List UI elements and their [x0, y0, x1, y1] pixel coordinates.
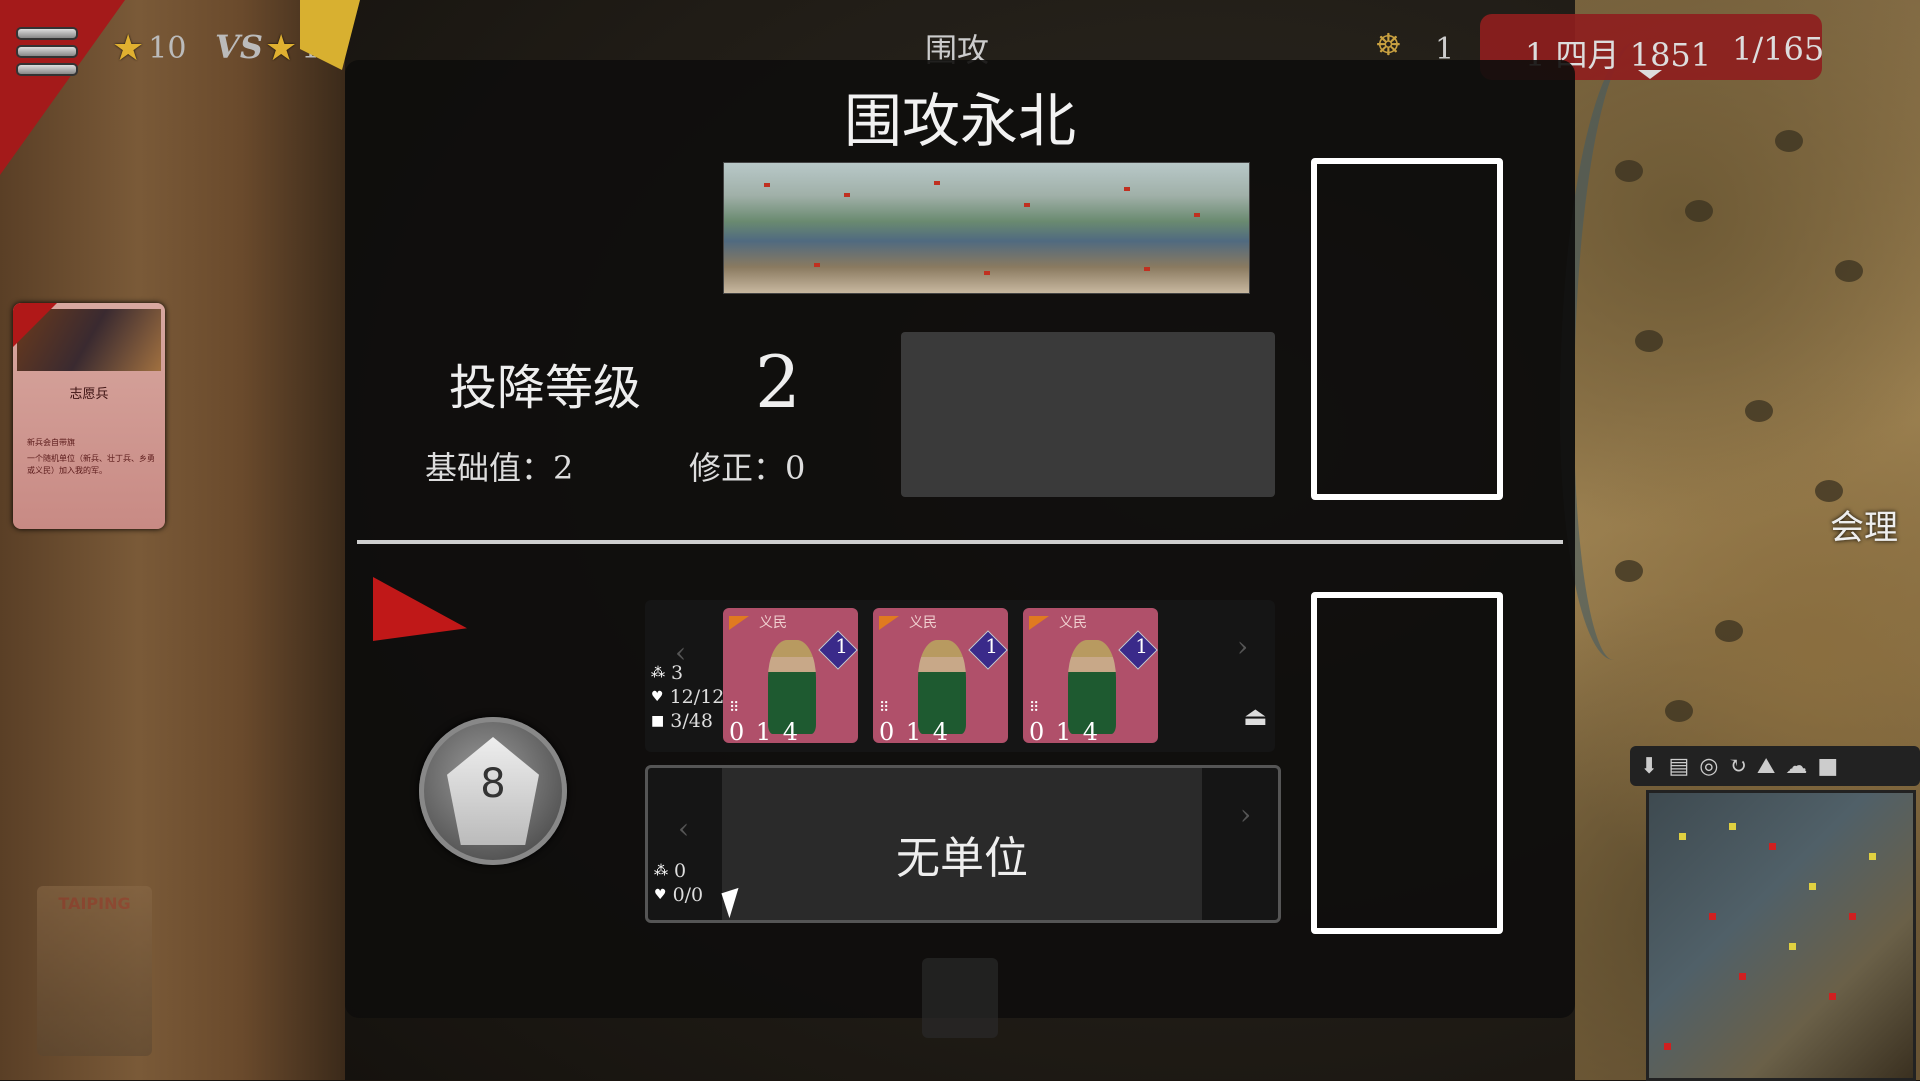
- base-value: 2: [553, 449, 574, 487]
- dragon-icon: ☸: [1375, 28, 1402, 63]
- army-supply-value: 3/48: [670, 710, 713, 732]
- divider: [357, 540, 1563, 544]
- mountain-icon[interactable]: ⛰: [1757, 754, 1775, 779]
- army-stack-icon[interactable]: [922, 958, 998, 1038]
- taiping-deck-card[interactable]: TAIPING: [37, 886, 152, 1056]
- chevron-right-icon[interactable]: ›: [1237, 630, 1248, 663]
- cloud-icon[interactable]: ☁: [1785, 754, 1807, 779]
- menu-icon-bar: [16, 63, 78, 76]
- refresh-icon[interactable]: ↻: [1728, 754, 1746, 779]
- modifier-row: 修正：0: [689, 443, 805, 489]
- siege-illustration: [723, 162, 1250, 294]
- unit-stats: 0 1 4: [1029, 718, 1101, 743]
- modifier-value: 0: [785, 449, 806, 487]
- soldiers-icon: ⁂: [654, 863, 668, 879]
- chevron-down-icon[interactable]: [1638, 70, 1662, 79]
- army-health: ♥ 12/12: [651, 686, 724, 708]
- army-count: ⁂ 3: [651, 662, 683, 684]
- turn-progress: 1/165: [1732, 30, 1825, 68]
- star-icon: ★: [112, 28, 145, 69]
- card-slot-bottom[interactable]: [1311, 592, 1503, 934]
- unit-card[interactable]: 义民 1 ⠿ 0 1 4: [873, 608, 1008, 743]
- unit-stats: 0 1 4: [729, 718, 801, 743]
- soldiers-icon: ⁂: [651, 665, 665, 681]
- surrender-level-label: 投降等级: [449, 360, 642, 416]
- unit-level: 1: [1135, 634, 1148, 658]
- flag-icon: [729, 616, 749, 630]
- empty-army-health-value: 0/0: [672, 884, 704, 906]
- flag-icon: [13, 303, 57, 347]
- unit-stats: 0 1 4: [879, 718, 951, 743]
- menu-button[interactable]: [16, 22, 78, 78]
- grid-icon: ⠿: [729, 700, 740, 716]
- surrender-level-value: 2: [755, 340, 801, 424]
- unit-level: 1: [835, 634, 848, 658]
- unit-level: 1: [985, 634, 998, 658]
- taiping-card-label: TAIPING: [58, 894, 131, 913]
- menu-icon-bar: [16, 45, 78, 58]
- army-health-value: 12/12: [669, 686, 725, 708]
- vs-label: VS: [215, 28, 263, 66]
- menu-icon-bar: [16, 27, 78, 40]
- flag-icon: [879, 616, 899, 630]
- unit-name: 义民: [759, 615, 787, 631]
- collapse-icon[interactable]: ⏏: [1243, 702, 1268, 732]
- die-value: 8: [480, 761, 506, 807]
- ledger-icon[interactable]: ▤: [1668, 754, 1689, 779]
- player-score-value: 10: [148, 31, 187, 66]
- map-city-label: 会理: [1830, 508, 1898, 548]
- grid-icon: ⠿: [1029, 700, 1040, 716]
- player-score: ★ 10: [112, 28, 186, 69]
- card-slot-top[interactable]: [1311, 158, 1503, 500]
- empty-army-count-value: 0: [674, 860, 687, 882]
- base-value-label: 基础值：: [425, 449, 554, 487]
- flag-icon: [1029, 616, 1049, 630]
- chevron-left-icon[interactable]: ‹: [678, 812, 689, 845]
- no-unit-label: 无单位: [896, 833, 1028, 884]
- taiping-flag-icon: [373, 577, 467, 641]
- heart-icon: ♥: [651, 689, 664, 705]
- card-title: 志愿兵: [69, 387, 109, 402]
- army-supply: ■ 3/48: [651, 710, 713, 732]
- siege-info-slot: [901, 332, 1275, 497]
- supply-icon: ■: [651, 713, 665, 729]
- grid-icon: ⠿: [879, 700, 890, 716]
- army-count-value: 3: [671, 662, 684, 684]
- minimap-toolbar: ⬇ ▤ ◎ ↻ ⛰ ☁ ■: [1630, 746, 1920, 786]
- event-card[interactable]: 志愿兵 新兵会自带旗 一个随机单位（新兵、壮丁兵、乡勇 或义民）加入我的军。: [13, 303, 165, 529]
- empty-army-count: ⁂ 0: [654, 860, 686, 882]
- card-description-2: 或义民）加入我的军。: [27, 466, 107, 475]
- base-value-row: 基础值：2: [425, 443, 573, 489]
- army-row: ‹ › ⁂ 3 ♥ 12/12 ■ 3/48 义民 1 ⠿ 0 1 4 义民 1: [645, 600, 1275, 752]
- empty-army-health: ♥ 0/0: [654, 884, 703, 906]
- heart-icon: ♥: [654, 887, 667, 903]
- target-icon[interactable]: ◎: [1699, 754, 1718, 779]
- unit-card[interactable]: 义民 1 ⠿ 0 1 4: [723, 608, 858, 743]
- unit-name: 义民: [1059, 615, 1087, 631]
- unit-card[interactable]: 义民 1 ⠿ 0 1 4: [1023, 608, 1158, 743]
- square-icon[interactable]: ■: [1817, 754, 1838, 779]
- star-icon: ★: [265, 28, 298, 69]
- empty-army-slot[interactable]: 无单位: [722, 768, 1202, 920]
- siege-panel: 围攻永北 投降等级 2 基础值：2 修正：0 8 ‹ › ⁂ 3 ♥ 12/12: [345, 60, 1575, 1018]
- siege-title: 围攻永北: [843, 87, 1076, 155]
- card-description-1: 一个随机单位（新兵、壮丁兵、乡勇: [27, 454, 155, 463]
- unit-name: 义民: [909, 615, 937, 631]
- dice-icon[interactable]: 8: [419, 717, 567, 865]
- chevron-right-icon[interactable]: ›: [1240, 798, 1251, 831]
- minimap[interactable]: [1646, 790, 1916, 1081]
- modifier-label: 修正：: [689, 449, 786, 487]
- card-subtitle: 新兵会自带旗: [27, 438, 75, 447]
- download-icon[interactable]: ⬇: [1640, 754, 1658, 779]
